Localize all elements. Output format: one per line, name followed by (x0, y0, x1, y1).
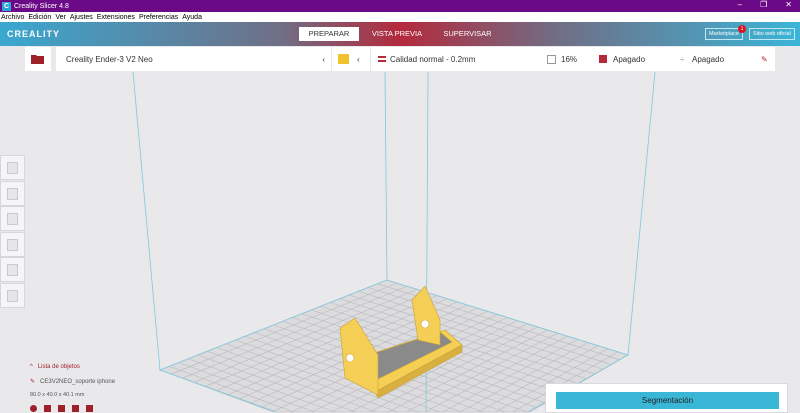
move-tool-button[interactable] (0, 155, 25, 180)
print-settings-bar[interactable]: Calidad normal - 0.2mm 16% Apagado ÷ Apa… (371, 47, 775, 71)
support-blocker-button[interactable] (0, 283, 25, 308)
adhesion-value: Apagado (692, 54, 725, 64)
scale-tool-button[interactable] (0, 181, 25, 206)
per-model-settings-button[interactable] (0, 257, 25, 282)
printer-name: Creality Ender-3 V2 Neo (66, 54, 153, 64)
arrange-icon[interactable] (44, 405, 51, 412)
layflat-icon[interactable] (72, 405, 79, 412)
profile-label: Calidad normal - 0.2mm (390, 54, 476, 64)
move-icon (7, 161, 18, 174)
rotate-icon (7, 212, 18, 225)
support-blocker-icon (7, 289, 18, 302)
rotate-tool-button[interactable] (0, 206, 25, 231)
delete-icon[interactable] (30, 405, 37, 412)
duplicate-icon[interactable] (58, 405, 65, 412)
mirror-tool-button[interactable] (0, 232, 25, 257)
extruder-icon (338, 54, 349, 64)
support-icon (599, 55, 607, 63)
object-actions (30, 405, 93, 412)
edit-pencil-icon[interactable]: ✎ (761, 55, 768, 64)
chevron-left-icon: ‹ (322, 54, 325, 64)
mirror-icon (7, 238, 18, 251)
profile-icon (378, 56, 386, 62)
merge-icon[interactable] (86, 405, 93, 412)
pencil-icon: ✎ (30, 379, 36, 385)
material-selector[interactable]: ‹ (332, 47, 370, 71)
open-file-button[interactable] (25, 47, 51, 71)
object-list-label: Lista de objetos (37, 364, 80, 370)
object-name: CE3V2NEO_soporte iphone (40, 379, 116, 385)
infill-icon (547, 54, 556, 64)
printer-selector[interactable]: Creality Ender-3 V2 Neo ‹ (56, 47, 331, 71)
support-value: Apagado (613, 54, 646, 64)
object-list-toggle[interactable]: ^ Lista de objetos (30, 364, 80, 371)
object-dimensions: 80.0 x 40.0 x 40.1 mm (30, 392, 85, 398)
slice-panel: Segmentación (545, 383, 788, 413)
object-item[interactable]: ✎ CE3V2NEO_soporte iphone (30, 379, 115, 386)
adhesion-icon: ÷ (680, 54, 685, 64)
infill-value: 16% (561, 54, 578, 64)
slice-button[interactable]: Segmentación (556, 392, 779, 409)
per-model-settings-icon (7, 263, 18, 276)
folder-icon (31, 55, 44, 64)
chevron-left-icon: ‹ (357, 54, 360, 64)
chevron-up-icon: ^ (30, 364, 33, 370)
scale-icon (7, 187, 18, 200)
